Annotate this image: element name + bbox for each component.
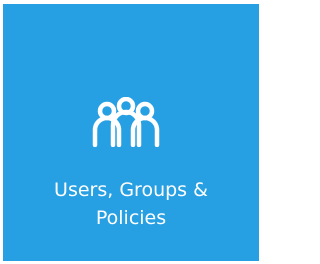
users-groups-policies-tile[interactable]: Users, Groups & Policies [3,4,259,261]
tile-label-line-1: Users, Groups & [54,179,208,201]
tile-label-line-2: Policies [95,207,167,229]
users-group-icon [87,97,165,147]
